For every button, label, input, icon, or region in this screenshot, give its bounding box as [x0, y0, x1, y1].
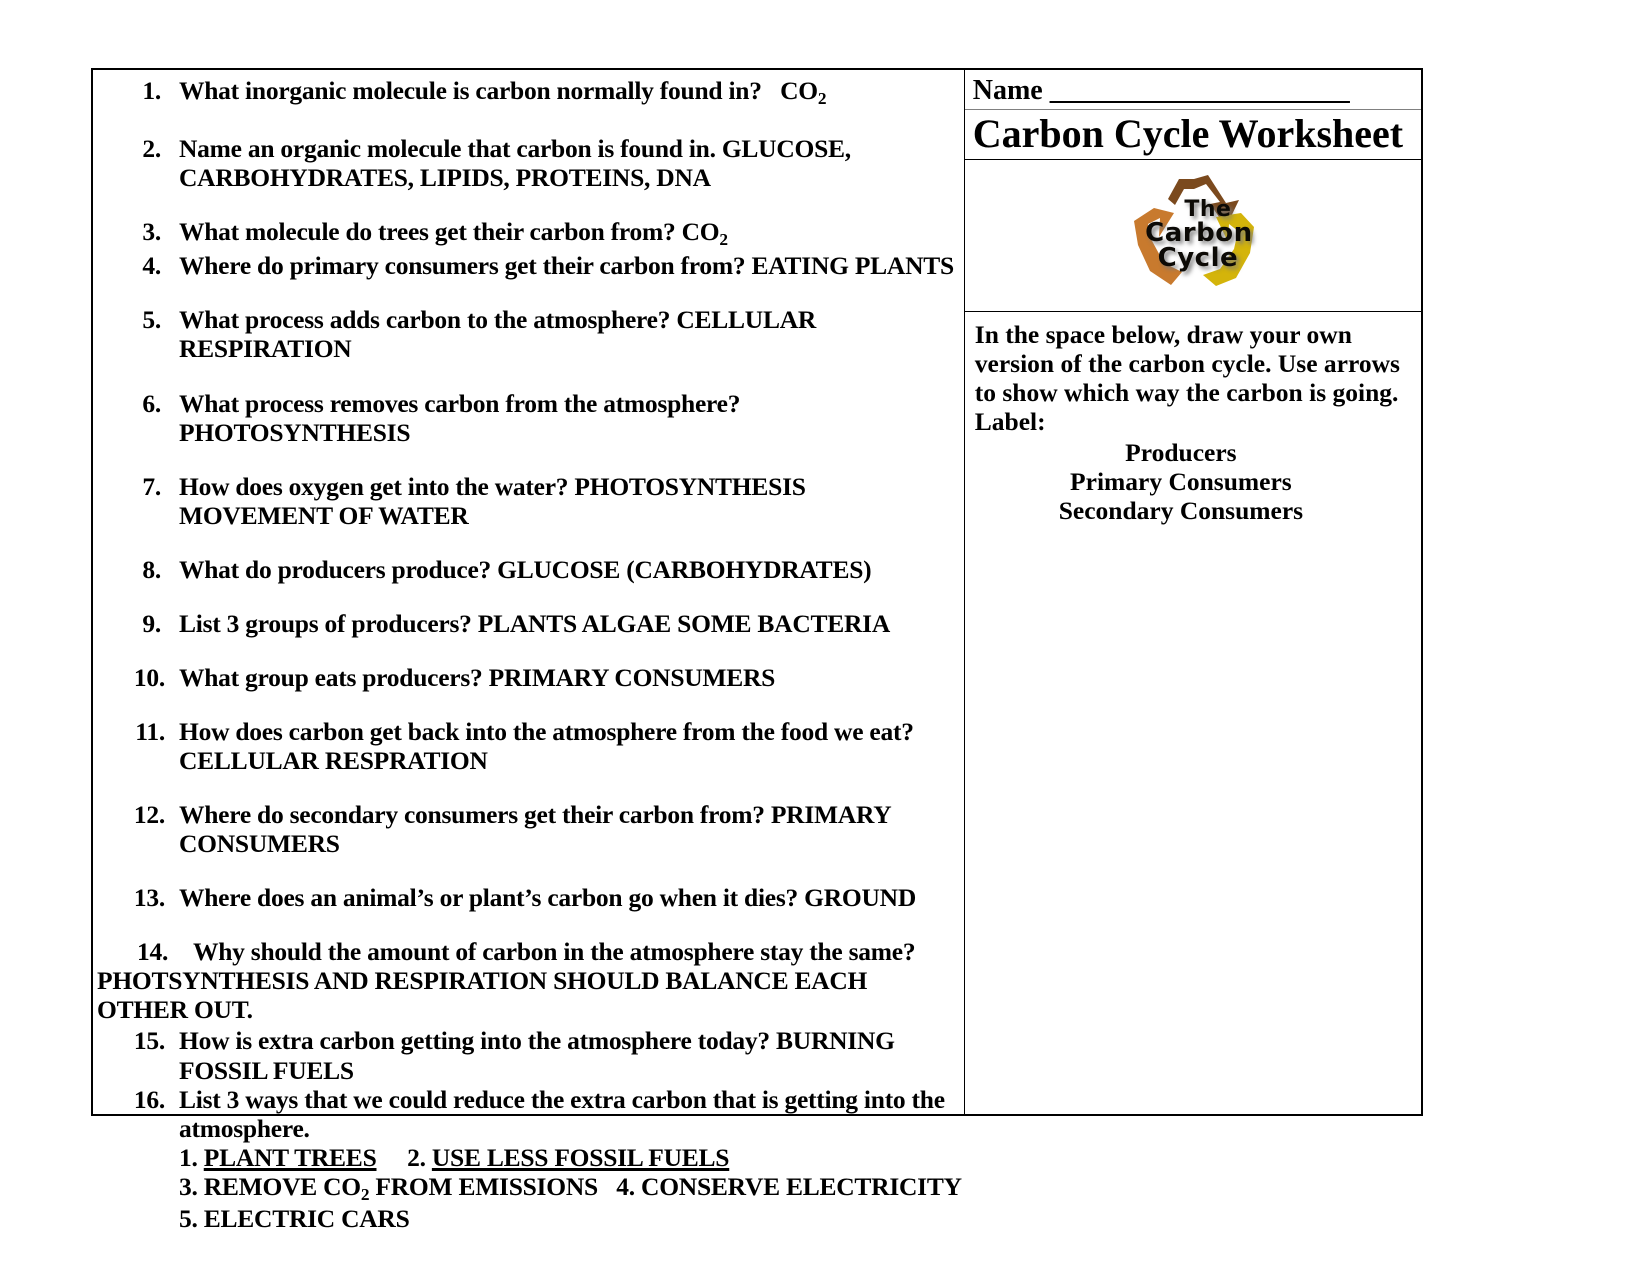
question-text: Why should the amount of carbon in the a… [193, 937, 916, 967]
instructions-text: In the space below, draw your own versio… [974, 319, 1400, 408]
question-number: 15. [133, 1026, 165, 1056]
question-text: What process removes carbon from the atm… [179, 388, 741, 447]
question-number: 8. [142, 554, 161, 584]
answer-1-text: PLANT TREES [203, 1142, 377, 1172]
question-text: List 3 groups of producers? PLANTS ALGAE… [179, 608, 891, 638]
question-number: 1. [142, 76, 161, 105]
question-item-14: 14. Why should the amount of carbon in t… [95, 937, 962, 1024]
question-item-1: 1. What inorganic molecule is carbon nor… [95, 76, 962, 109]
question-14-line-1: 14. Why should the amount of carbon in t… [95, 937, 962, 966]
subscript-2: 2 [817, 88, 827, 108]
subscript-2: 2 [719, 229, 728, 249]
question-number: 9. [142, 608, 161, 638]
question-text: List 3 ways that we could reduce the ext… [179, 1084, 945, 1143]
answer-2-number: 2. [407, 1142, 426, 1172]
question-item-5: 5. What process adds carbon to the atmos… [95, 305, 962, 363]
question-text: What inorganic molecule is carbon normal… [179, 76, 827, 108]
question-number: 5. [142, 305, 161, 335]
question-item-4: 4. Where do primary consumers get their … [95, 251, 962, 280]
question-item-9: 9. List 3 groups of producers? PLANTS AL… [95, 609, 962, 638]
question-item-10: 10. What group eats producers? PRIMARY C… [95, 663, 962, 692]
question-number: 2. [142, 133, 161, 163]
question-text: How does oxygen get into the water? PHOT… [179, 471, 806, 530]
answer-line-2: 3. REMOVE CO2 FROM EMISSIONS 4. CONSERVE… [179, 1171, 962, 1204]
question-text: What molecule do trees get their carbon … [179, 216, 728, 249]
question-number: 3. [142, 216, 161, 246]
question-item-7: 7. How does oxygen get into the water? P… [95, 472, 962, 530]
name-label: Name [972, 75, 1043, 106]
answer-1-number: 1. [179, 1142, 198, 1172]
logo-cell: The Carbon Cycle [964, 160, 1421, 312]
question-text: What do producers produce? GLUCOSE (CARB… [179, 554, 872, 584]
question-text: What process adds carbon to the atmosphe… [179, 305, 817, 364]
question-number: 13. [133, 883, 165, 913]
question-text: Name an organic molecule that carbon is … [179, 133, 851, 192]
question-number: 16. [133, 1084, 165, 1114]
question-item-11: 11. How does carbon get back into the at… [95, 717, 962, 775]
page-title: Carbon Cycle Worksheet [964, 110, 1421, 160]
question-text: Where do primary consumers get their car… [179, 251, 954, 281]
questions-column: 1. What inorganic molecule is carbon nor… [93, 70, 965, 1233]
answer-line-1: 1. PLANT TREES 2. USE LESS FOSSIL FUELS [179, 1143, 962, 1172]
label-heading: Label: [974, 407, 1046, 437]
answer-2-text: USE LESS FOSSIL FUELS [431, 1142, 730, 1172]
question-item-2: 2. Name an organic molecule that carbon … [95, 134, 962, 192]
recycle-icon [1133, 175, 1254, 287]
question-list: 1. What inorganic molecule is carbon nor… [95, 76, 962, 1233]
question-item-3: 3. What molecule do trees get their carb… [95, 217, 962, 250]
label-item-primary-consumers: Primary Consumers [1070, 467, 1292, 497]
question-14-answer: PHOTSYNTHESIS AND RESPIRATION SHOULD BAL… [97, 966, 868, 1025]
question-number: 6. [142, 388, 161, 418]
name-field-row: Name _______________________ [964, 70, 1421, 110]
question-item-16: 16. List 3 ways that we could reduce the… [95, 1085, 962, 1234]
subscript-2: 2 [360, 1184, 370, 1204]
label-list: Producers Primary Consumers Secondary Co… [975, 438, 1411, 525]
question-16-answers: 1. PLANT TREES 2. USE LESS FOSSIL FUELS … [179, 1143, 962, 1234]
question-number: 7. [142, 471, 161, 501]
question-item-6: 6. What process removes carbon from the … [95, 389, 962, 447]
question-item-15: 15. How is extra carbon getting into the… [95, 1026, 962, 1084]
question-text: How does carbon get back into the atmosp… [179, 716, 914, 776]
question-number: 11. [135, 716, 165, 746]
question-number: 10. [133, 662, 165, 692]
question-number: 14. [137, 937, 169, 967]
carbon-cycle-logo: The Carbon Cycle [1098, 165, 1288, 305]
drawing-area-cell[interactable]: In the space below, draw your own versio… [965, 312, 1421, 1114]
question-number: 4. [142, 251, 161, 281]
name-input-blank[interactable]: _______________________ [1050, 75, 1350, 106]
question-text: How is extra carbon getting into the atm… [179, 1026, 895, 1085]
question-number: 12. [133, 800, 165, 830]
header-column: Name _______________________ Carbon Cycl… [964, 70, 1421, 1114]
answer-line-3: 5. ELECTRIC CARS [179, 1204, 410, 1234]
question-text: What group eats producers? PRIMARY CONSU… [179, 662, 776, 692]
worksheet-table: 1. What inorganic molecule is carbon nor… [91, 68, 1423, 1233]
question-text: Where does an animal’s or plant’s carbon… [179, 883, 916, 913]
question-item-12: 12. Where do secondary consumers get the… [95, 800, 962, 858]
label-item-secondary-consumers: Secondary Consumers [1058, 496, 1304, 526]
label-item-producers: Producers [1125, 438, 1237, 468]
question-text: Where do secondary consumers get their c… [179, 800, 891, 859]
question-item-13: 13. Where does an animal’s or plant’s ca… [95, 883, 962, 912]
question-item-8: 8. What do producers produce? GLUCOSE (C… [95, 555, 962, 584]
